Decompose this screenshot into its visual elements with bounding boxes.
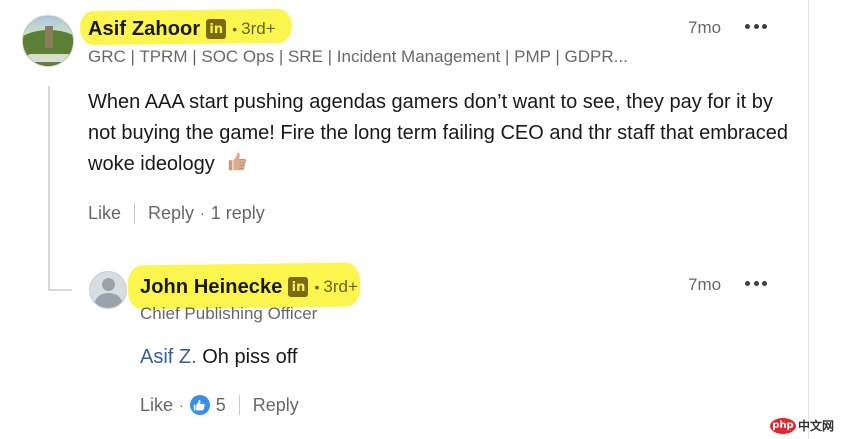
dot-icon (753, 280, 759, 286)
separator-dot: · (179, 397, 184, 413)
connection-degree: 3rd+ (323, 277, 358, 296)
author-name[interactable]: Asif Zahoor (88, 18, 200, 41)
avatar[interactable] (22, 15, 74, 67)
watermark: php 中文网 (770, 417, 834, 434)
watermark-logo: php (770, 417, 796, 434)
dot-icon (762, 280, 767, 286)
dot-icon (745, 280, 750, 286)
like-button[interactable]: Like (88, 203, 121, 224)
comment-author-row: Asif Zahoor in • 3rd+ (88, 14, 276, 44)
mention-link[interactable]: Asif Z. (140, 346, 197, 368)
connection-degree: 3rd+ (241, 19, 276, 38)
author-headline: GRC | TPRM | SOC Ops | SRE | Incident Ma… (88, 47, 628, 66)
action-divider (238, 395, 240, 415)
more-options-icon[interactable] (745, 274, 767, 292)
dot-icon (745, 23, 750, 29)
linkedin-comment-thread: Asif Zahoor in • 3rd+ GRC | TPRM | SOC O… (0, 0, 850, 439)
more-options-icon[interactable] (745, 17, 767, 35)
reply-author-row: John Heinecke in • 3rd+ (140, 272, 358, 302)
like-button[interactable]: Like (140, 395, 173, 416)
separator-dot: · (200, 205, 205, 221)
watermark-text: 中文网 (798, 419, 835, 433)
separator-dot: • (314, 279, 320, 295)
comment-text: When AAA start pushing agendas gamers do… (88, 87, 788, 180)
avatar-head (102, 278, 115, 291)
linkedin-icon: in (288, 277, 309, 297)
reply-text: Asif Z. Oh piss off (140, 343, 297, 371)
separator-dot: • (232, 21, 238, 37)
author-name[interactable]: John Heinecke (140, 276, 282, 299)
thumbs-up-emoji-icon (229, 152, 247, 171)
like-reaction-icon[interactable] (189, 395, 210, 415)
dot-icon (762, 23, 767, 29)
reply-time: 7mo (688, 275, 722, 294)
right-divider (808, 0, 809, 439)
reply-button[interactable]: Reply (148, 203, 194, 224)
reply-count-link[interactable]: 1 reply (211, 203, 265, 224)
comment-actions: Like Reply · 1 reply (88, 200, 265, 226)
dot-icon (753, 23, 759, 29)
like-count[interactable]: 5 (216, 395, 226, 416)
author-headline: Chief Publishing Officer (140, 304, 318, 323)
avatar-shoulders (95, 293, 122, 308)
comment-time: 7mo (688, 18, 722, 37)
linkedin-icon: in (206, 19, 227, 39)
reply-actions: Like · 5 Reply (140, 392, 299, 418)
avatar-ribbon (27, 54, 71, 62)
action-divider (134, 203, 136, 223)
avatar[interactable] (89, 271, 127, 309)
comment-text-content: When AAA start pushing agendas gamers do… (88, 91, 789, 175)
avatar-tower (45, 26, 53, 48)
reply-button[interactable]: Reply (253, 395, 299, 416)
thread-line-branch (48, 289, 72, 291)
reply-text-content: Oh piss off (202, 346, 298, 368)
thread-line (48, 86, 50, 291)
thumbs-up-icon (194, 399, 205, 410)
